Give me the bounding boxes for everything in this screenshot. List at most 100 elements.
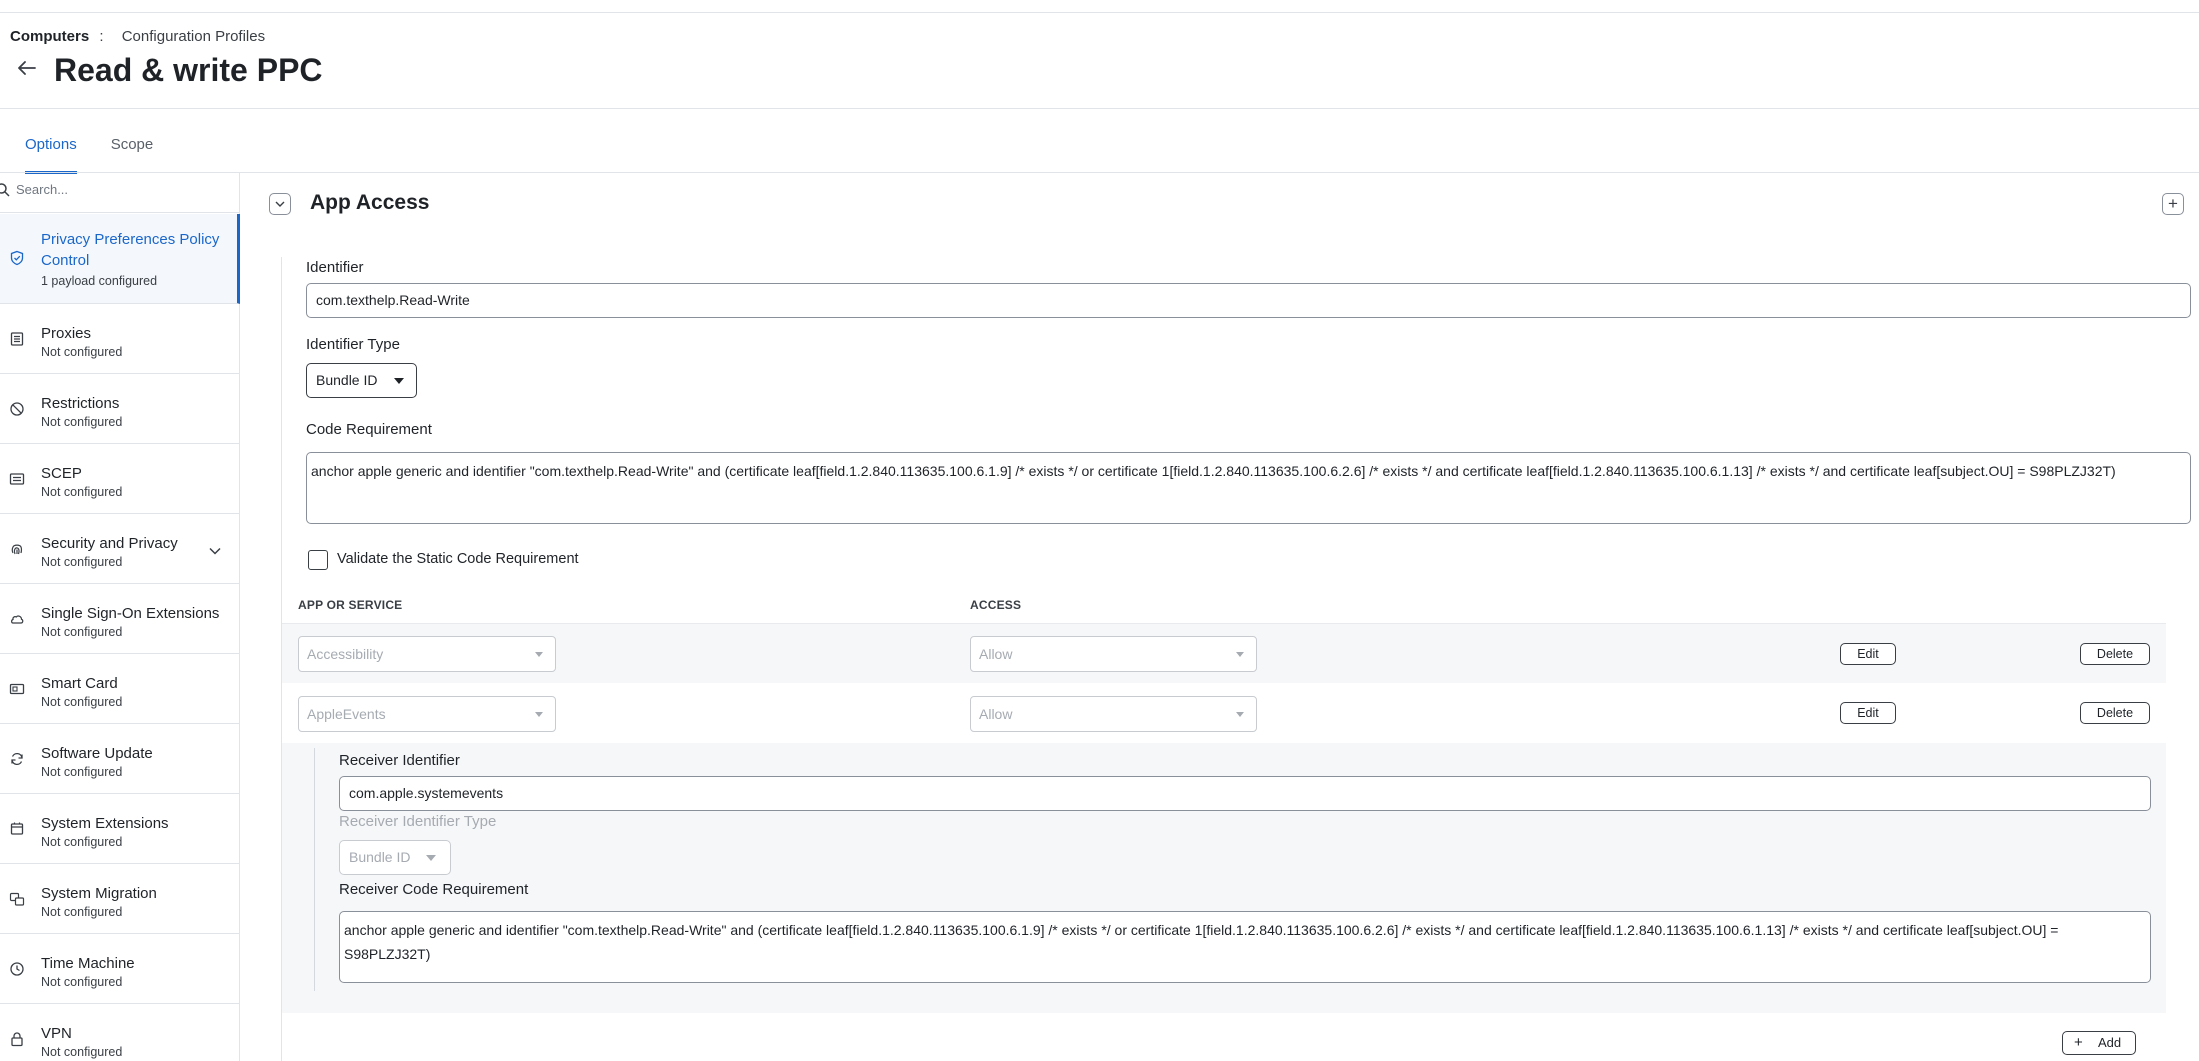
smart-card-icon [9,683,25,695]
refresh-icon [11,752,23,766]
section-title: App Access [310,191,430,214]
sidebar-item-software-update[interactable]: Software Update Not configured [0,724,240,794]
sidebar-item-status: Not configured [41,765,123,779]
receiver-identifier-field[interactable]: com.apple.systemevents [339,776,2151,811]
sidebar-item-label: SCEP [41,465,82,482]
sidebar-item-label: Privacy Preferences Policy Control [41,231,220,269]
header-divider [0,108,2199,109]
code-requirement-label: Code Requirement [306,421,432,438]
access-select[interactable]: Allow [970,636,1257,672]
sidebar-item-system-extensions[interactable]: System Extensions Not configured [0,794,240,864]
receiver-identifier-type-select: Bundle ID [339,840,451,875]
table-row: AppleEvents Allow Edit Delete [282,683,2166,743]
identifier-type-label: Identifier Type [306,336,400,353]
plus-icon: + [2074,1034,2083,1051]
shield-check-icon [10,250,24,266]
sidebar-item-status: Not configured [41,345,123,359]
clock-icon [10,962,24,976]
identifier-field[interactable]: com.texthelp.Read-Write [306,283,2191,318]
access-select[interactable]: Allow [970,696,1257,732]
sidebar-item-proxies[interactable]: Proxies Not configured [0,304,240,374]
prohibited-icon [10,402,24,416]
breadcrumb-current[interactable]: Configuration Profiles [122,28,265,45]
top-divider [0,12,2199,13]
identifier-label: Identifier [306,259,364,276]
breadcrumb-separator: : [99,28,104,45]
add-button-label: Add [2098,1035,2122,1050]
sidebar-item-status: Not configured [41,415,123,429]
proxy-icon [10,332,24,346]
service-select[interactable]: Accessibility [298,636,556,672]
certificate-icon [9,473,25,485]
sidebar-item-label: Software Update [41,745,153,762]
migration-icon [9,892,25,906]
sidebar-item-single-sign-on-extensions[interactable]: Single Sign-On Extensions Not configured [0,584,240,654]
sidebar-item-status: Not configured [41,695,123,709]
receiver-identifier-type-label: Receiver Identifier Type [339,813,497,830]
cloud-key-icon [11,615,24,624]
page-title: Read & write PPC [54,52,323,88]
chevron-down-icon [275,201,285,207]
sidebar-item-smart-card[interactable]: Smart Card Not configured [0,654,240,724]
access-value: Allow [979,646,1013,662]
sidebar-item-status: Not configured [41,975,123,989]
sidebar-item-time-machine[interactable]: Time Machine Not configured [0,934,240,1004]
breadcrumb: Computers : Configuration Profiles [10,28,265,45]
tab-bar: Options Scope [25,136,187,174]
add-button[interactable]: + Add [2062,1031,2136,1055]
sidebar-item-label: System Extensions [41,815,169,832]
validate-static-code-checkbox[interactable] [308,550,328,570]
sidebar-item-status: Not configured [41,555,123,569]
sidebar-item-restrictions[interactable]: Restrictions Not configured [0,374,240,444]
receiver-code-requirement-field[interactable]: anchor apple generic and identifier "com… [339,911,2151,983]
access-value: Allow [979,706,1013,722]
sidebar-item-label: Proxies [41,325,92,342]
service-value: Accessibility [307,646,384,662]
breadcrumb-root[interactable]: Computers [10,28,89,45]
receiver-identifier-label: Receiver Identifier [339,752,460,769]
receiver-indent-rule [314,748,315,991]
sidebar-item-privacy-preferences[interactable]: Privacy Preferences Policy Control 1 pay… [0,214,240,304]
delete-button[interactable]: Delete [2080,643,2150,665]
sidebar-search [0,173,240,213]
chevron-down-icon[interactable] [208,544,222,558]
service-value: AppleEvents [307,706,386,722]
caret-down-icon [394,378,404,384]
sidebar-item-status: Not configured [41,835,123,849]
caret-down-icon [1236,712,1244,717]
sidebar-item-status: Not configured [41,905,123,919]
tabs-divider [0,172,2199,173]
sidebar-item-status: Not configured [41,1045,123,1059]
caret-down-icon [426,855,436,861]
service-select[interactable]: AppleEvents [298,696,556,732]
sidebar-item-scep[interactable]: SCEP Not configured [0,444,240,514]
search-input[interactable] [16,182,216,197]
tab-options[interactable]: Options [25,136,77,174]
validate-static-code-label: Validate the Static Code Requirement [337,551,579,567]
plus-icon: + [2168,194,2178,213]
chip-icon [10,822,24,835]
tab-scope[interactable]: Scope [111,136,154,174]
table-row: Accessibility Allow Edit Delete [282,623,2166,683]
column-header-access: ACCESS [970,598,1022,612]
sidebar-item-status: Not configured [41,625,123,639]
collapse-section-button[interactable] [269,193,291,215]
delete-button[interactable]: Delete [2080,702,2150,724]
search-icon [0,183,10,197]
edit-button[interactable]: Edit [1840,702,1896,724]
caret-down-icon [535,652,543,657]
add-payload-button[interactable]: + [2162,193,2184,215]
receiver-code-requirement-label: Receiver Code Requirement [339,881,529,898]
sidebar-item-vpn[interactable]: VPN Not configured [0,1004,240,1061]
back-arrow-icon[interactable] [18,58,36,81]
code-requirement-field[interactable]: anchor apple generic and identifier "com… [306,452,2191,524]
identifier-type-select[interactable]: Bundle ID [306,363,417,398]
sidebar-item-security-and-privacy[interactable]: Security and Privacy Not configured [0,514,240,584]
receiver-identifier-type-value: Bundle ID [349,849,411,865]
column-header-app-or-service: APP OR SERVICE [298,598,403,612]
sidebar-item-system-migration[interactable]: System Migration Not configured [0,864,240,934]
sidebar-item-label: Restrictions [41,395,120,412]
caret-down-icon [1236,652,1244,657]
edit-button[interactable]: Edit [1840,643,1896,665]
sidebar-item-status: Not configured [41,485,123,499]
